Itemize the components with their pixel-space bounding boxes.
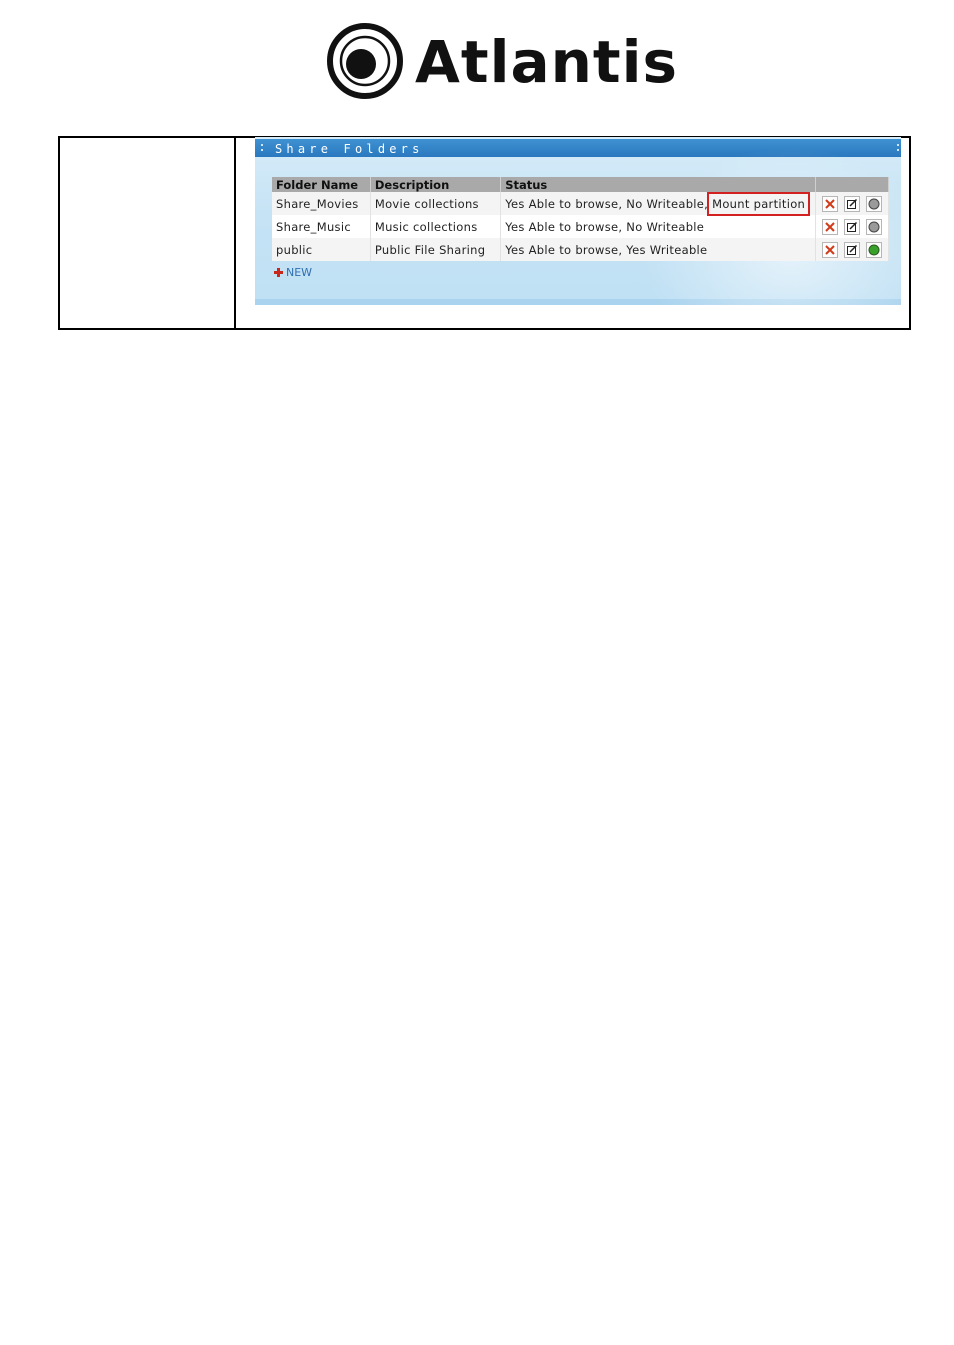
table-header-row: Folder Name Description Status — [272, 177, 889, 192]
description-cell: Movie collections — [370, 192, 502, 215]
folder-name-cell: Share_Movies — [272, 192, 371, 215]
status-text: Yes Able to browse, No Writeable — [505, 219, 705, 234]
status-text: Yes Able to browse, No Writeable, — [505, 196, 709, 211]
table-column-divider — [234, 138, 236, 328]
share-folders-table: Folder Name Description Status Share_Mov… — [272, 177, 889, 261]
column-header-status: Status — [500, 177, 817, 192]
new-share-link[interactable]: NEW — [274, 266, 312, 279]
column-header-folder-name: Folder Name — [272, 177, 371, 192]
delete-icon[interactable] — [822, 195, 839, 212]
panel-bottom-bar — [255, 299, 901, 305]
folder-name-cell: public — [272, 238, 371, 261]
actions-cell — [815, 192, 889, 215]
actions-cell — [815, 238, 889, 261]
edit-icon[interactable] — [844, 195, 861, 212]
status-dot-icon[interactable] — [866, 241, 883, 258]
status-cell: Yes Able to browse, No Writeable, Mount … — [500, 191, 817, 216]
panel-header: Share Folders — [255, 139, 901, 157]
table-row: Share_Music Music collections Yes Able t… — [272, 215, 889, 238]
edit-icon[interactable] — [844, 218, 861, 235]
header-dots-left — [261, 144, 263, 153]
add-icon — [274, 268, 283, 277]
actions-cell — [815, 215, 889, 238]
folder-name-cell: Share_Music — [272, 215, 371, 238]
delete-icon[interactable] — [822, 241, 839, 258]
header-dots-right — [897, 144, 899, 153]
description-cell: Public File Sharing — [370, 238, 502, 261]
atlantis-logo: Atlantis — [325, 22, 677, 102]
table-row: public Public File Sharing Yes Able to b… — [272, 238, 889, 261]
delete-icon[interactable] — [822, 218, 839, 235]
column-header-actions — [815, 177, 889, 192]
table-row: Share_Movies Movie collections Yes Able … — [272, 191, 889, 216]
status-text: Yes Able to browse, Yes Writeable — [505, 242, 708, 257]
status-cell: Yes Able to browse, Yes Writeable — [500, 238, 817, 261]
panel-title: Share Folders — [275, 142, 424, 156]
status-dot-icon[interactable] — [866, 195, 883, 212]
logo-mark-icon — [327, 23, 403, 99]
edit-icon[interactable] — [844, 241, 861, 258]
new-link-label[interactable]: NEW — [286, 266, 312, 279]
description-cell: Music collections — [370, 215, 502, 238]
column-header-description: Description — [370, 177, 502, 192]
logo-text: Atlantis — [415, 28, 679, 96]
status-cell: Yes Able to browse, No Writeable — [500, 215, 817, 238]
mount-partition-highlight: Mount partition — [707, 191, 811, 216]
status-dot-icon[interactable] — [866, 218, 883, 235]
